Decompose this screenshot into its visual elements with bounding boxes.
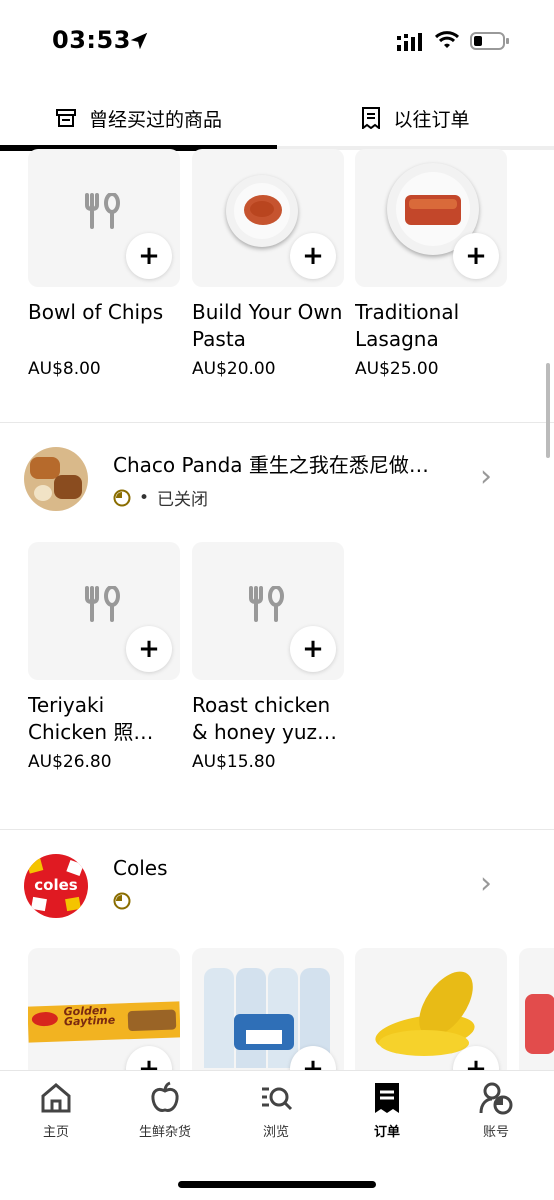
nav-label: 订单 — [373, 1125, 400, 1140]
nav-account[interactable]: 账号 — [446, 1081, 546, 1140]
store-name: Coles — [113, 856, 168, 880]
scrollbar[interactable] — [546, 363, 550, 458]
clock-closed-icon — [113, 892, 131, 910]
receipt-icon — [362, 107, 381, 129]
fork-knife-icon — [85, 586, 120, 622]
browse-search-icon — [262, 1087, 293, 1111]
product-image: + — [28, 542, 180, 680]
account-icon — [479, 1082, 513, 1115]
product-card[interactable]: + — [192, 948, 344, 1078]
tab-label: 以往订单 — [393, 108, 470, 131]
add-button[interactable]: + — [290, 233, 336, 279]
nav-browse[interactable]: 浏览 — [226, 1081, 326, 1140]
product-image: + — [192, 149, 344, 287]
product-name: Traditional Lasagna — [355, 300, 460, 351]
store-icon — [55, 109, 76, 127]
tab-bar: 曾经买过的商品 以往订单 — [0, 90, 554, 152]
tab-past-orders[interactable]: 以往订单 — [277, 90, 554, 146]
product-price: AU$25.00 — [355, 359, 439, 379]
product-card[interactable]: + Traditional Lasagna AU$25.00 — [355, 149, 507, 379]
apple-icon — [151, 1081, 179, 1112]
tab-label: 曾经买过的商品 — [88, 108, 222, 131]
nav-label: 主页 — [42, 1125, 69, 1140]
nav-label: 浏览 — [262, 1125, 289, 1140]
fork-knife-icon — [85, 193, 120, 229]
chevron-right-icon[interactable]: › — [480, 459, 492, 494]
battery-icon — [470, 32, 509, 50]
section-divider — [0, 829, 554, 830]
product-image: + — [28, 149, 180, 287]
add-button[interactable]: + — [126, 626, 172, 672]
store-status — [113, 892, 131, 910]
nav-label: 账号 — [482, 1125, 509, 1140]
home-indicator[interactable] — [178, 1181, 376, 1188]
product-price: AU$20.00 — [192, 359, 276, 379]
nav-home[interactable]: 主页 — [6, 1081, 106, 1140]
clock-closed-icon — [113, 489, 131, 506]
add-button[interactable]: + — [290, 626, 336, 672]
add-button[interactable]: + — [453, 233, 499, 279]
product-image: + — [355, 948, 507, 1078]
chevron-right-icon[interactable]: › — [480, 866, 492, 901]
product-image: + — [192, 948, 344, 1078]
product-card[interactable]: + — [355, 948, 507, 1078]
nav-label: 生鲜杂货 — [138, 1125, 191, 1140]
status-time: 03:53 — [52, 26, 131, 54]
product-name: Build Your Own Pasta — [192, 300, 343, 351]
product-card[interactable]: + Teriyaki Chicken 照… AU$26.80 — [28, 542, 180, 772]
home-icon — [41, 1083, 71, 1113]
status-separator: • — [139, 487, 150, 508]
store-header[interactable]: Chaco Panda 重生之我在悉尼做… • 已关闭 › — [0, 447, 554, 527]
coles-logo: coles — [24, 854, 88, 918]
store-name: Chaco Panda 重生之我在悉尼做… — [113, 453, 429, 477]
product-card[interactable]: + Bowl of Chips AU$8.00 — [28, 149, 180, 379]
product-image: Golden Gaytime + — [28, 948, 180, 1078]
store-avatar — [24, 447, 88, 511]
product-card[interactable]: Golden Gaytime + — [28, 948, 180, 1078]
product-name: Bowl of Chips — [28, 300, 164, 324]
store-status-text: 已关闭 — [157, 490, 209, 510]
store-header[interactable]: coles Coles › — [0, 854, 554, 934]
pasta-plate-image — [226, 175, 298, 247]
product-name: Teriyaki Chicken 照… — [28, 693, 154, 744]
section-divider — [0, 422, 554, 423]
product-card[interactable] — [519, 948, 554, 1078]
store-status: • 已关闭 — [113, 485, 208, 510]
receipt-icon — [375, 1083, 399, 1113]
cellular-signal-icon — [397, 33, 422, 51]
fork-knife-icon — [249, 586, 284, 622]
nav-orders[interactable]: 订单 — [337, 1081, 437, 1140]
status-bar: 03:53 — [0, 0, 554, 90]
gaytime-biscuits-image: Golden Gaytime — [28, 1001, 180, 1043]
wifi-icon — [434, 31, 460, 48]
add-button[interactable]: + — [126, 233, 172, 279]
tab-previously-bought[interactable]: 曾经买过的商品 — [0, 90, 277, 146]
product-card[interactable]: + Build Your Own Pasta AU$20.00 — [192, 149, 344, 379]
product-price: AU$26.80 — [28, 752, 112, 772]
coles-logo-text: coles — [34, 876, 78, 894]
product-price: AU$8.00 — [28, 359, 101, 379]
product-price: AU$15.80 — [192, 752, 276, 772]
product-image: + — [192, 542, 344, 680]
product-name: Roast chicken & honey yuz… — [192, 693, 338, 744]
product-image: + — [355, 149, 507, 287]
product-image — [525, 994, 554, 1054]
product-card[interactable]: + Roast chicken & honey yuz… AU$15.80 — [192, 542, 344, 772]
nav-grocery[interactable]: 生鲜杂货 — [115, 1081, 215, 1140]
location-arrow-icon — [130, 32, 148, 50]
